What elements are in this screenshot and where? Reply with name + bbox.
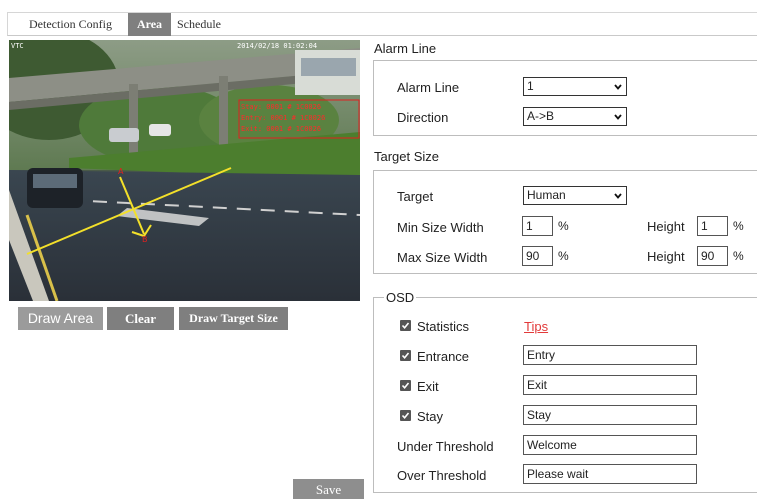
chevron-down-icon	[614, 84, 622, 90]
svg-text:A: A	[118, 167, 124, 176]
overlay-line: Stay: 0001 # 1C0026	[241, 103, 322, 111]
direction-label: Direction	[397, 110, 449, 125]
max-width-percent: %	[558, 249, 569, 263]
checkmark-icon	[401, 322, 410, 330]
alarm-line-value: 1	[527, 79, 534, 93]
stay-checkbox[interactable]	[400, 410, 411, 421]
target-value: Human	[527, 188, 566, 202]
over-threshold-input[interactable]: Please wait	[523, 464, 697, 484]
svg-text:B: B	[142, 235, 148, 244]
exit-checkbox[interactable]	[400, 380, 411, 391]
tab-bar: Detection Config Area Schedule	[7, 12, 757, 36]
exit-input[interactable]: Exit	[523, 375, 697, 395]
video-timestamp: 2014/02/18 01:02:04	[237, 42, 318, 50]
alarm-line-label: Alarm Line	[397, 80, 460, 95]
stay-input[interactable]: Stay	[523, 405, 697, 425]
tab-detection-config[interactable]: Detection Config	[29, 13, 123, 36]
min-height-percent: %	[733, 219, 744, 233]
entrance-input[interactable]: Entry	[523, 345, 697, 365]
clear-button[interactable]: Clear	[107, 307, 174, 330]
entrance-checkbox[interactable]	[400, 350, 411, 361]
min-size-width-label: Min Size Width	[397, 220, 484, 235]
entrance-label: Entrance	[417, 349, 470, 364]
tab-area[interactable]: Area	[128, 13, 171, 36]
max-height-label: Height	[647, 249, 685, 264]
draw-target-size-button[interactable]: Draw Target Size	[179, 307, 288, 330]
direction-select[interactable]: A->B	[523, 107, 627, 126]
video-preview[interactable]: A B VTC 2014/02/18 01:02:04 Stay: 0001 #…	[9, 40, 360, 301]
chevron-down-icon	[614, 114, 622, 120]
min-width-input[interactable]: 1	[522, 216, 553, 236]
statistics-label: Statistics	[417, 319, 470, 334]
target-size-section-title: Target Size	[374, 149, 440, 164]
chevron-down-icon	[614, 193, 622, 199]
max-width-input[interactable]: 90	[522, 246, 553, 266]
under-threshold-input[interactable]: Welcome	[523, 435, 697, 455]
under-threshold-label: Under Threshold	[397, 439, 494, 454]
target-label: Target	[397, 189, 434, 204]
min-height-label: Height	[647, 219, 685, 234]
tips-link[interactable]: Tips	[524, 319, 548, 334]
alarm-line-select[interactable]: 1	[523, 77, 627, 96]
corner-text: VTC	[11, 42, 24, 50]
alarm-line-section-title: Alarm Line	[374, 41, 437, 56]
camera-scene: A B	[9, 40, 360, 301]
max-height-input[interactable]: 90	[697, 246, 728, 266]
statistics-checkbox[interactable]	[400, 320, 411, 331]
overlay-line: Entry: 0001 # 1C0026	[241, 114, 326, 122]
max-size-width-label: Max Size Width	[397, 250, 488, 265]
stay-label: Stay	[417, 409, 444, 424]
draw-area-button[interactable]: Draw Area	[18, 307, 103, 330]
osd-overlay: Stay: 0001 # 1C0026 Entry: 0001 # 1C0026…	[241, 102, 359, 135]
target-select[interactable]: Human	[523, 186, 627, 205]
checkmark-icon	[401, 382, 410, 390]
osd-legend: OSD	[384, 290, 417, 305]
checkmark-icon	[401, 412, 410, 420]
save-button[interactable]: Save	[293, 479, 364, 499]
over-threshold-label: Over Threshold	[397, 468, 487, 483]
checkmark-icon	[401, 352, 410, 360]
exit-label: Exit	[417, 379, 439, 394]
max-height-percent: %	[733, 249, 744, 263]
overlay-line: Exit: 0001 # 1C0026	[241, 125, 322, 133]
min-width-percent: %	[558, 219, 569, 233]
direction-value: A->B	[527, 109, 555, 123]
min-height-input[interactable]: 1	[697, 216, 728, 236]
tab-schedule[interactable]: Schedule	[177, 13, 237, 36]
